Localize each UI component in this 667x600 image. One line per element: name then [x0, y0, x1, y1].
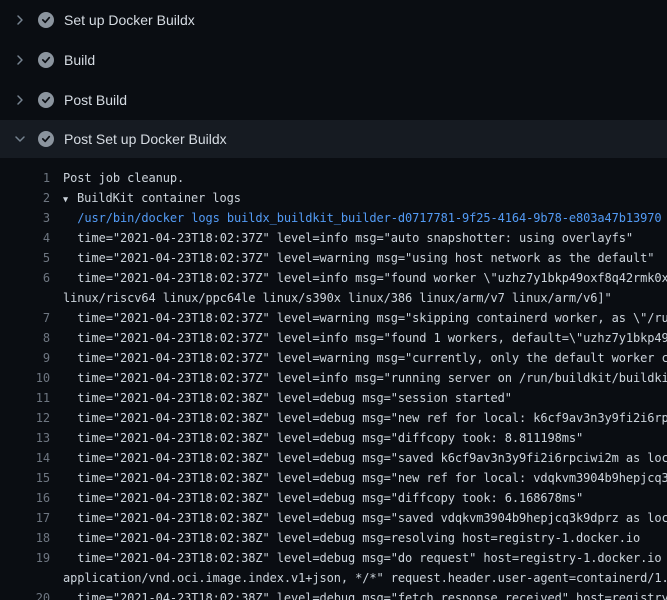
section-label: Set up Docker Buildx — [64, 12, 195, 28]
log-line-number[interactable]: 19 — [0, 548, 50, 568]
log-line-number[interactable]: 5 — [0, 248, 50, 268]
log-line-text: time="2021-04-23T18:02:38Z" level=debug … — [63, 428, 583, 448]
log-line-number[interactable]: 11 — [0, 388, 50, 408]
log-line: 12 time="2021-04-23T18:02:38Z" level=deb… — [0, 408, 667, 428]
log-line: 9 time="2021-04-23T18:02:37Z" level=warn… — [0, 348, 667, 368]
log-line-number[interactable]: 14 — [0, 448, 50, 468]
log-line-text: time="2021-04-23T18:02:37Z" level=info m… — [63, 368, 667, 388]
log-line-number[interactable]: 16 — [0, 488, 50, 508]
log-line: 4 time="2021-04-23T18:02:37Z" level=info… — [0, 228, 667, 248]
log-line-text: time="2021-04-23T18:02:38Z" level=debug … — [63, 388, 512, 408]
section-label: Build — [64, 52, 95, 68]
chevron-right-icon[interactable] — [12, 12, 28, 28]
log-line-number[interactable]: 9 — [0, 348, 50, 368]
log-line: 19 time="2021-04-23T18:02:38Z" level=deb… — [0, 548, 667, 568]
log-line-text: Post job cleanup. — [63, 168, 184, 188]
log-line-number[interactable]: 12 — [0, 408, 50, 428]
section-label: Post Set up Docker Buildx — [64, 131, 227, 147]
section-set-up-docker-buildx[interactable]: Set up Docker Buildx — [0, 0, 667, 40]
log-line-number[interactable]: 8 — [0, 328, 50, 348]
log-line-number[interactable]: 3 — [0, 208, 50, 228]
section-post-set-up-docker-buildx[interactable]: Post Set up Docker Buildx — [0, 120, 667, 158]
chevron-down-icon[interactable] — [12, 131, 28, 147]
log-line-number — [0, 288, 50, 308]
log-line: 14 time="2021-04-23T18:02:38Z" level=deb… — [0, 448, 667, 468]
log-line: 7 time="2021-04-23T18:02:37Z" level=warn… — [0, 308, 667, 328]
log-line: 17 time="2021-04-23T18:02:38Z" level=deb… — [0, 508, 667, 528]
check-circle-icon — [38, 12, 54, 28]
log-line: 6 time="2021-04-23T18:02:37Z" level=info… — [0, 268, 667, 288]
log-line-text: time="2021-04-23T18:02:38Z" level=debug … — [63, 588, 667, 600]
log-line-text: time="2021-04-23T18:02:37Z" level=warnin… — [63, 248, 654, 268]
log-line-wrap-continuation: linux/riscv64 linux/ppc64le linux/s390x … — [0, 288, 667, 308]
log-line-command: 3 /usr/bin/docker logs buildx_buildkit_b… — [0, 208, 667, 228]
log-line-text: time="2021-04-23T18:02:37Z" level=warnin… — [63, 348, 667, 368]
log-line-number[interactable]: 4 — [0, 228, 50, 248]
log-line: 18 time="2021-04-23T18:02:38Z" level=deb… — [0, 528, 667, 548]
log-line: 1 Post job cleanup. — [0, 168, 667, 188]
log-line-text: time="2021-04-23T18:02:38Z" level=debug … — [63, 508, 667, 528]
log-line-text: time="2021-04-23T18:02:38Z" level=debug … — [63, 408, 667, 428]
log-line-number[interactable]: 15 — [0, 468, 50, 488]
log-line-text: linux/riscv64 linux/ppc64le linux/s390x … — [63, 288, 612, 308]
log-line: 13 time="2021-04-23T18:02:38Z" level=deb… — [0, 428, 667, 448]
log-line: 10 time="2021-04-23T18:02:37Z" level=inf… — [0, 368, 667, 388]
log-line-number[interactable]: 17 — [0, 508, 50, 528]
check-circle-icon — [38, 92, 54, 108]
workflow-log-viewer: Set up Docker Buildx Build Post Build Po… — [0, 0, 667, 600]
log-line-number[interactable]: 18 — [0, 528, 50, 548]
log-line-number[interactable]: 1 — [0, 168, 50, 188]
log-line-number[interactable]: 20 — [0, 588, 50, 600]
section-build[interactable]: Build — [0, 40, 667, 80]
check-circle-icon — [38, 52, 54, 68]
log-line: 16 time="2021-04-23T18:02:38Z" level=deb… — [0, 488, 667, 508]
log-line-text: time="2021-04-23T18:02:38Z" level=debug … — [63, 448, 667, 468]
log-line-number[interactable]: 7 — [0, 308, 50, 328]
log-line: 15 time="2021-04-23T18:02:38Z" level=deb… — [0, 468, 667, 488]
log-line-text: application/vnd.oci.image.index.v1+json,… — [63, 568, 667, 588]
section-label: Post Build — [64, 92, 127, 108]
chevron-right-icon[interactable] — [12, 92, 28, 108]
log-line: 5 time="2021-04-23T18:02:37Z" level=warn… — [0, 248, 667, 268]
log-line-text: time="2021-04-23T18:02:37Z" level=warnin… — [63, 308, 667, 328]
log-group-text: ▼BuildKit container logs — [63, 188, 241, 208]
chevron-right-icon[interactable] — [12, 52, 28, 68]
log-line-text: time="2021-04-23T18:02:38Z" level=debug … — [63, 468, 667, 488]
log-line-text: time="2021-04-23T18:02:38Z" level=debug … — [63, 528, 640, 548]
log-line-text: time="2021-04-23T18:02:37Z" level=info m… — [63, 268, 667, 288]
log-line-text: time="2021-04-23T18:02:38Z" level=debug … — [63, 488, 583, 508]
log-line: 20 time="2021-04-23T18:02:38Z" level=deb… — [0, 588, 667, 600]
section-post-build[interactable]: Post Build — [0, 80, 667, 120]
log-line-text: time="2021-04-23T18:02:37Z" level=info m… — [63, 228, 633, 248]
log-line-number[interactable]: 6 — [0, 268, 50, 288]
log-line-group-header[interactable]: 2 ▼BuildKit container logs — [0, 188, 667, 208]
log-line-number — [0, 568, 50, 588]
log-line-wrap-continuation: application/vnd.oci.image.index.v1+json,… — [0, 568, 667, 588]
log-line-number[interactable]: 2 — [0, 188, 50, 208]
log-line: 8 time="2021-04-23T18:02:37Z" level=info… — [0, 328, 667, 348]
group-caret-down-icon[interactable]: ▼ — [63, 190, 77, 208]
log-group-title: BuildKit container logs — [77, 191, 241, 205]
log-line-text: time="2021-04-23T18:02:38Z" level=debug … — [63, 548, 667, 568]
log-line-number[interactable]: 13 — [0, 428, 50, 448]
log-content: 1 Post job cleanup. 2 ▼BuildKit containe… — [0, 158, 667, 600]
log-line: 11 time="2021-04-23T18:02:38Z" level=deb… — [0, 388, 667, 408]
log-line-number[interactable]: 10 — [0, 368, 50, 388]
log-command-text: /usr/bin/docker logs buildx_buildkit_bui… — [63, 208, 661, 228]
log-line-text: time="2021-04-23T18:02:37Z" level=info m… — [63, 328, 667, 348]
check-circle-icon — [38, 131, 54, 147]
